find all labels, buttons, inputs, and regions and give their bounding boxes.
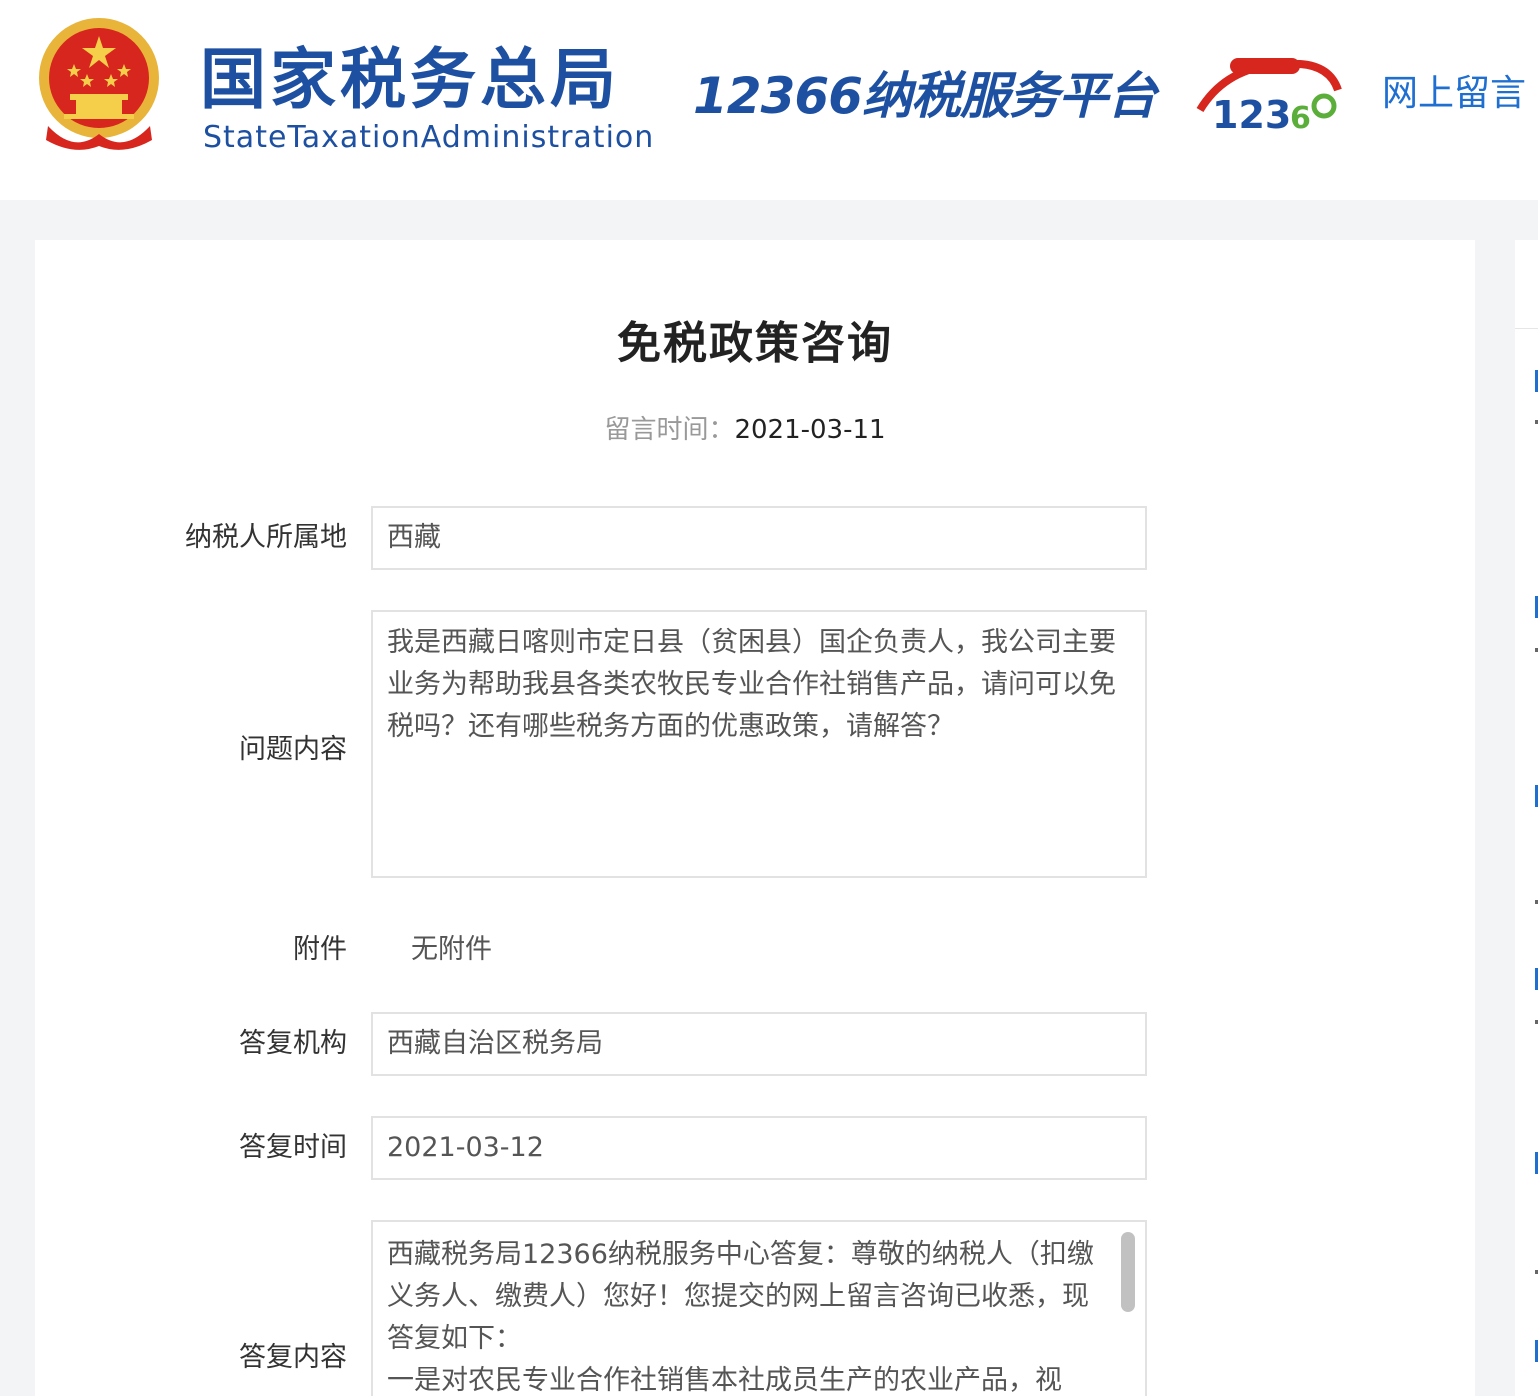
national-emblem-icon: [39, 18, 159, 150]
right-sidebar: [1515, 240, 1538, 1396]
page-title: 免税政策咨询: [617, 318, 893, 369]
post-time-value: 2021-03-11: [734, 415, 886, 445]
site-header: 国家税务总局 StateTaxationAdministration 12366…: [0, 0, 1538, 200]
agency-field: 西藏自治区税务局: [371, 1012, 1147, 1076]
12366-logo-icon: 123 6: [1196, 58, 1342, 137]
platform-title: 12366纳税服务平台: [693, 67, 1157, 125]
svg-text:6: 6: [1290, 101, 1311, 136]
post-time: 留言时间：2021-03-11: [0, 410, 1490, 450]
location-field: 西藏: [371, 506, 1147, 570]
reply-content-field[interactable]: 西藏税务局12366纳税服务中心答复：尊敬的纳税人（扣缴义务人、缴费人）您好！您…: [371, 1220, 1147, 1396]
attachment-value: 无附件: [411, 934, 492, 965]
brand-name-cn: 国家税务总局: [200, 41, 620, 118]
post-time-label: 留言时间：: [604, 415, 735, 445]
reply-content-label: 答复内容: [239, 1342, 347, 1373]
reply-time-field: 2021-03-12: [371, 1116, 1147, 1180]
question-label: 问题内容: [239, 734, 347, 765]
agency-label: 答复机构: [239, 1028, 347, 1059]
reply-time-label: 答复时间: [239, 1132, 347, 1163]
reply-scrollbar[interactable]: [1121, 1232, 1135, 1312]
reply-content-text: 西藏税务局12366纳税服务中心答复：尊敬的纳税人（扣缴义务人、缴费人）您好！您…: [387, 1234, 1109, 1396]
reply-content-paragraph-1: 西藏税务局12366纳税服务中心答复：尊敬的纳税人（扣缴义务人、缴费人）您好！您…: [387, 1239, 1094, 1354]
reply-content-paragraph-2: 一是对农民专业合作社销售本社成员生产的农业产品，视: [387, 1365, 1062, 1396]
brand-name-en: StateTaxationAdministration: [203, 120, 655, 155]
attachment-label: 附件: [293, 934, 347, 965]
location-label: 纳税人所属地: [185, 522, 347, 553]
question-field: 我是西藏日喀则市定日县（贫困县）国企负责人，我公司主要业务为帮助我县各类农牧民专…: [371, 610, 1147, 878]
svg-text:123: 123: [1212, 93, 1291, 137]
sidebar-divider: [1515, 328, 1538, 329]
nav-link-online-message[interactable]: 网上留言: [1382, 70, 1526, 118]
